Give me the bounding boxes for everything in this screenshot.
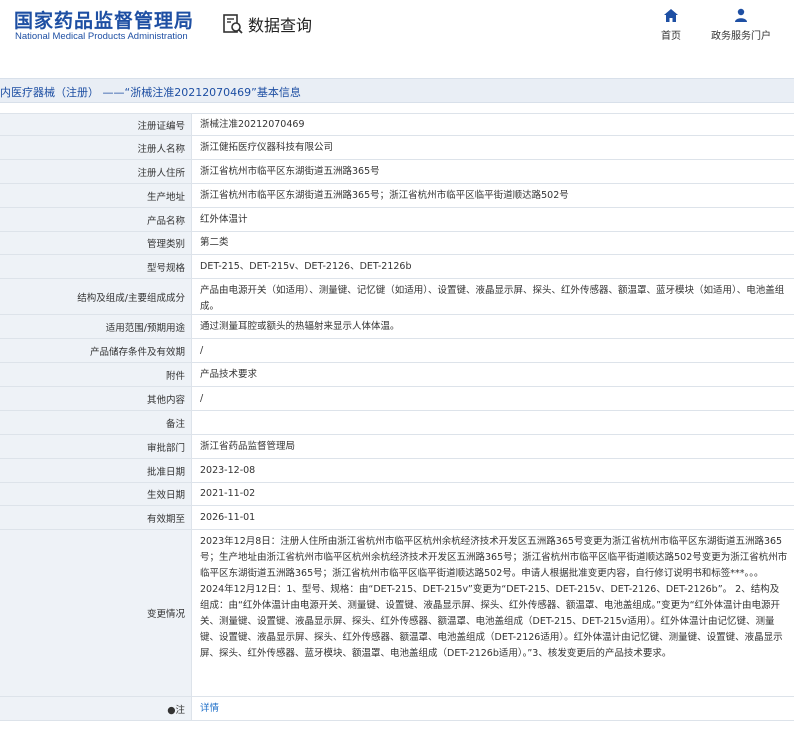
row-label: 生效日期 (0, 483, 192, 505)
table-row: 生效日期 2021-11-02 (0, 483, 794, 506)
row-label: 生产地址 (0, 184, 192, 207)
row-value: 产品技术要求 (200, 368, 258, 380)
table-row: 有效期至 2026-11-01 (0, 506, 794, 530)
row-value: 详情 (192, 697, 794, 720)
table-row: 产品储存条件及有效期 / (0, 339, 794, 363)
row-label: 注册人名称 (0, 136, 192, 159)
row-value: 浙江省杭州市临平区东湖街道五洲路365号；浙江省杭州市临平区临平街道顺达路502… (200, 189, 569, 201)
table-row: 注册证编号 浙械注准20212070469 (0, 113, 794, 136)
nav-gov-portal[interactable]: 政务服务门户 (705, 6, 777, 42)
document-search-icon (223, 14, 243, 34)
row-label: 适用范围/预期用途 (0, 315, 192, 338)
table-row: 结构及组成/主要组成成分 产品由电源开关（如适用）、测量键、记忆键（如适用）、设置… (0, 279, 794, 315)
site-logo-cn[interactable]: 国家药品监督管理局 (14, 6, 194, 33)
row-value: / (200, 392, 204, 404)
table-row: 附件 产品技术要求 (0, 363, 794, 387)
row-label: 产品储存条件及有效期 (0, 339, 192, 362)
table-row: ●注 详情 (0, 697, 794, 721)
row-label: 附件 (0, 363, 192, 386)
row-value (192, 411, 794, 434)
table-row: 备注 (0, 411, 794, 435)
row-value: / (200, 344, 204, 356)
row-label: 批准日期 (0, 459, 192, 482)
table-row: 审批部门 浙江省药品监督管理局 (0, 435, 794, 459)
table-row: 注册人住所 浙江省杭州市临平区东湖街道五洲路365号 (0, 160, 794, 184)
record-title: 内医疗器械（注册） ——“浙械注准20212070469”基本信息 (0, 86, 301, 99)
row-label: 其他内容 (0, 387, 192, 410)
home-icon (664, 8, 678, 22)
record-title-bar: 内医疗器械（注册） ——“浙械注准20212070469”基本信息 (0, 78, 794, 103)
table-row: 其他内容 / (0, 387, 794, 411)
row-value: 浙械注准20212070469 (200, 118, 305, 130)
row-value: 红外体温计 (200, 213, 248, 225)
data-query-title: 数据查询 (222, 12, 312, 36)
details-link[interactable]: 详情 (200, 701, 219, 717)
info-table: 注册证编号 浙械注准20212070469 注册人名称 浙江健拓医疗仪器科技有限公司注… (0, 113, 794, 721)
change-entry: 2023年12月8日：注册人住所由浙江省杭州市临平区杭州余杭经济技术开发区五洲路… (200, 536, 788, 579)
nav-home[interactable]: 首页 (651, 6, 691, 42)
row-value: 通过测量耳腔或额头的热辐射来显示人体体温。 (200, 320, 400, 332)
row-label: ●注 (0, 697, 192, 720)
table-row: 生产地址 浙江省杭州市临平区东湖街道五洲路365号；浙江省杭州市临平区临平街道顺达… (0, 184, 794, 208)
row-value: 2026-11-01 (200, 511, 256, 523)
row-label: 产品名称 (0, 208, 192, 231)
row-label: 结构及组成/主要组成成分 (0, 279, 192, 314)
table-row: 批准日期 2023-12-08 (0, 459, 794, 483)
nav-gov-label: 政务服务门户 (711, 31, 771, 42)
table-row: 产品名称 红外体温计 (0, 208, 794, 232)
nav-home-label: 首页 (661, 31, 681, 42)
row-label: 管理类别 (0, 232, 192, 254)
change-entry: 2024年12月12日：1、型号、规格：由“DET-215、DET-215v”变… (200, 584, 783, 659)
user-icon (735, 8, 747, 22)
row-value: DET-215、DET-215v、DET-2126、DET-2126b (200, 260, 412, 272)
table-row: 适用范围/预期用途 通过测量耳腔或额头的热辐射来显示人体体温。 (0, 315, 794, 339)
table-row: 型号规格 DET-215、DET-215v、DET-2126、DET-2126b (0, 255, 794, 279)
table-row: 变更情况 2023年12月8日：注册人住所由浙江省杭州市临平区杭州余杭经济技术开发… (0, 530, 794, 697)
row-label: 备注 (0, 411, 192, 434)
row-value: 浙江省药品监督管理局 (200, 440, 296, 452)
row-value: 2023-12-08 (200, 464, 256, 476)
row-label: 变更情况 (0, 530, 192, 696)
row-label: 型号规格 (0, 255, 192, 278)
row-label: 审批部门 (0, 435, 192, 458)
data-query-label: 数据查询 (248, 16, 313, 35)
row-value: 浙江省杭州市临平区东湖街道五洲路365号 (200, 165, 380, 177)
row-value: 产品由电源开关（如适用）、测量键、记忆键（如适用）、设置键、液晶显示屏、探头、红… (200, 285, 785, 312)
table-row: 注册人名称 浙江健拓医疗仪器科技有限公司 (0, 136, 794, 160)
row-label: 有效期至 (0, 506, 192, 529)
row-value: 2023年12月8日：注册人住所由浙江省杭州市临平区杭州余杭经济技术开发区五洲路… (192, 530, 794, 696)
site-logo-en: National Medical Products Administration (15, 31, 188, 42)
table-row: 管理类别 第二类 (0, 232, 794, 255)
row-value: 浙江健拓医疗仪器科技有限公司 (200, 141, 334, 153)
row-label: 注册人住所 (0, 160, 192, 183)
row-value: 2021-11-02 (200, 488, 256, 499)
row-label: 注册证编号 (0, 114, 192, 135)
site-header: 国家药品监督管理局 National Medical Products Admi… (0, 0, 794, 62)
row-value: 第二类 (200, 237, 229, 248)
